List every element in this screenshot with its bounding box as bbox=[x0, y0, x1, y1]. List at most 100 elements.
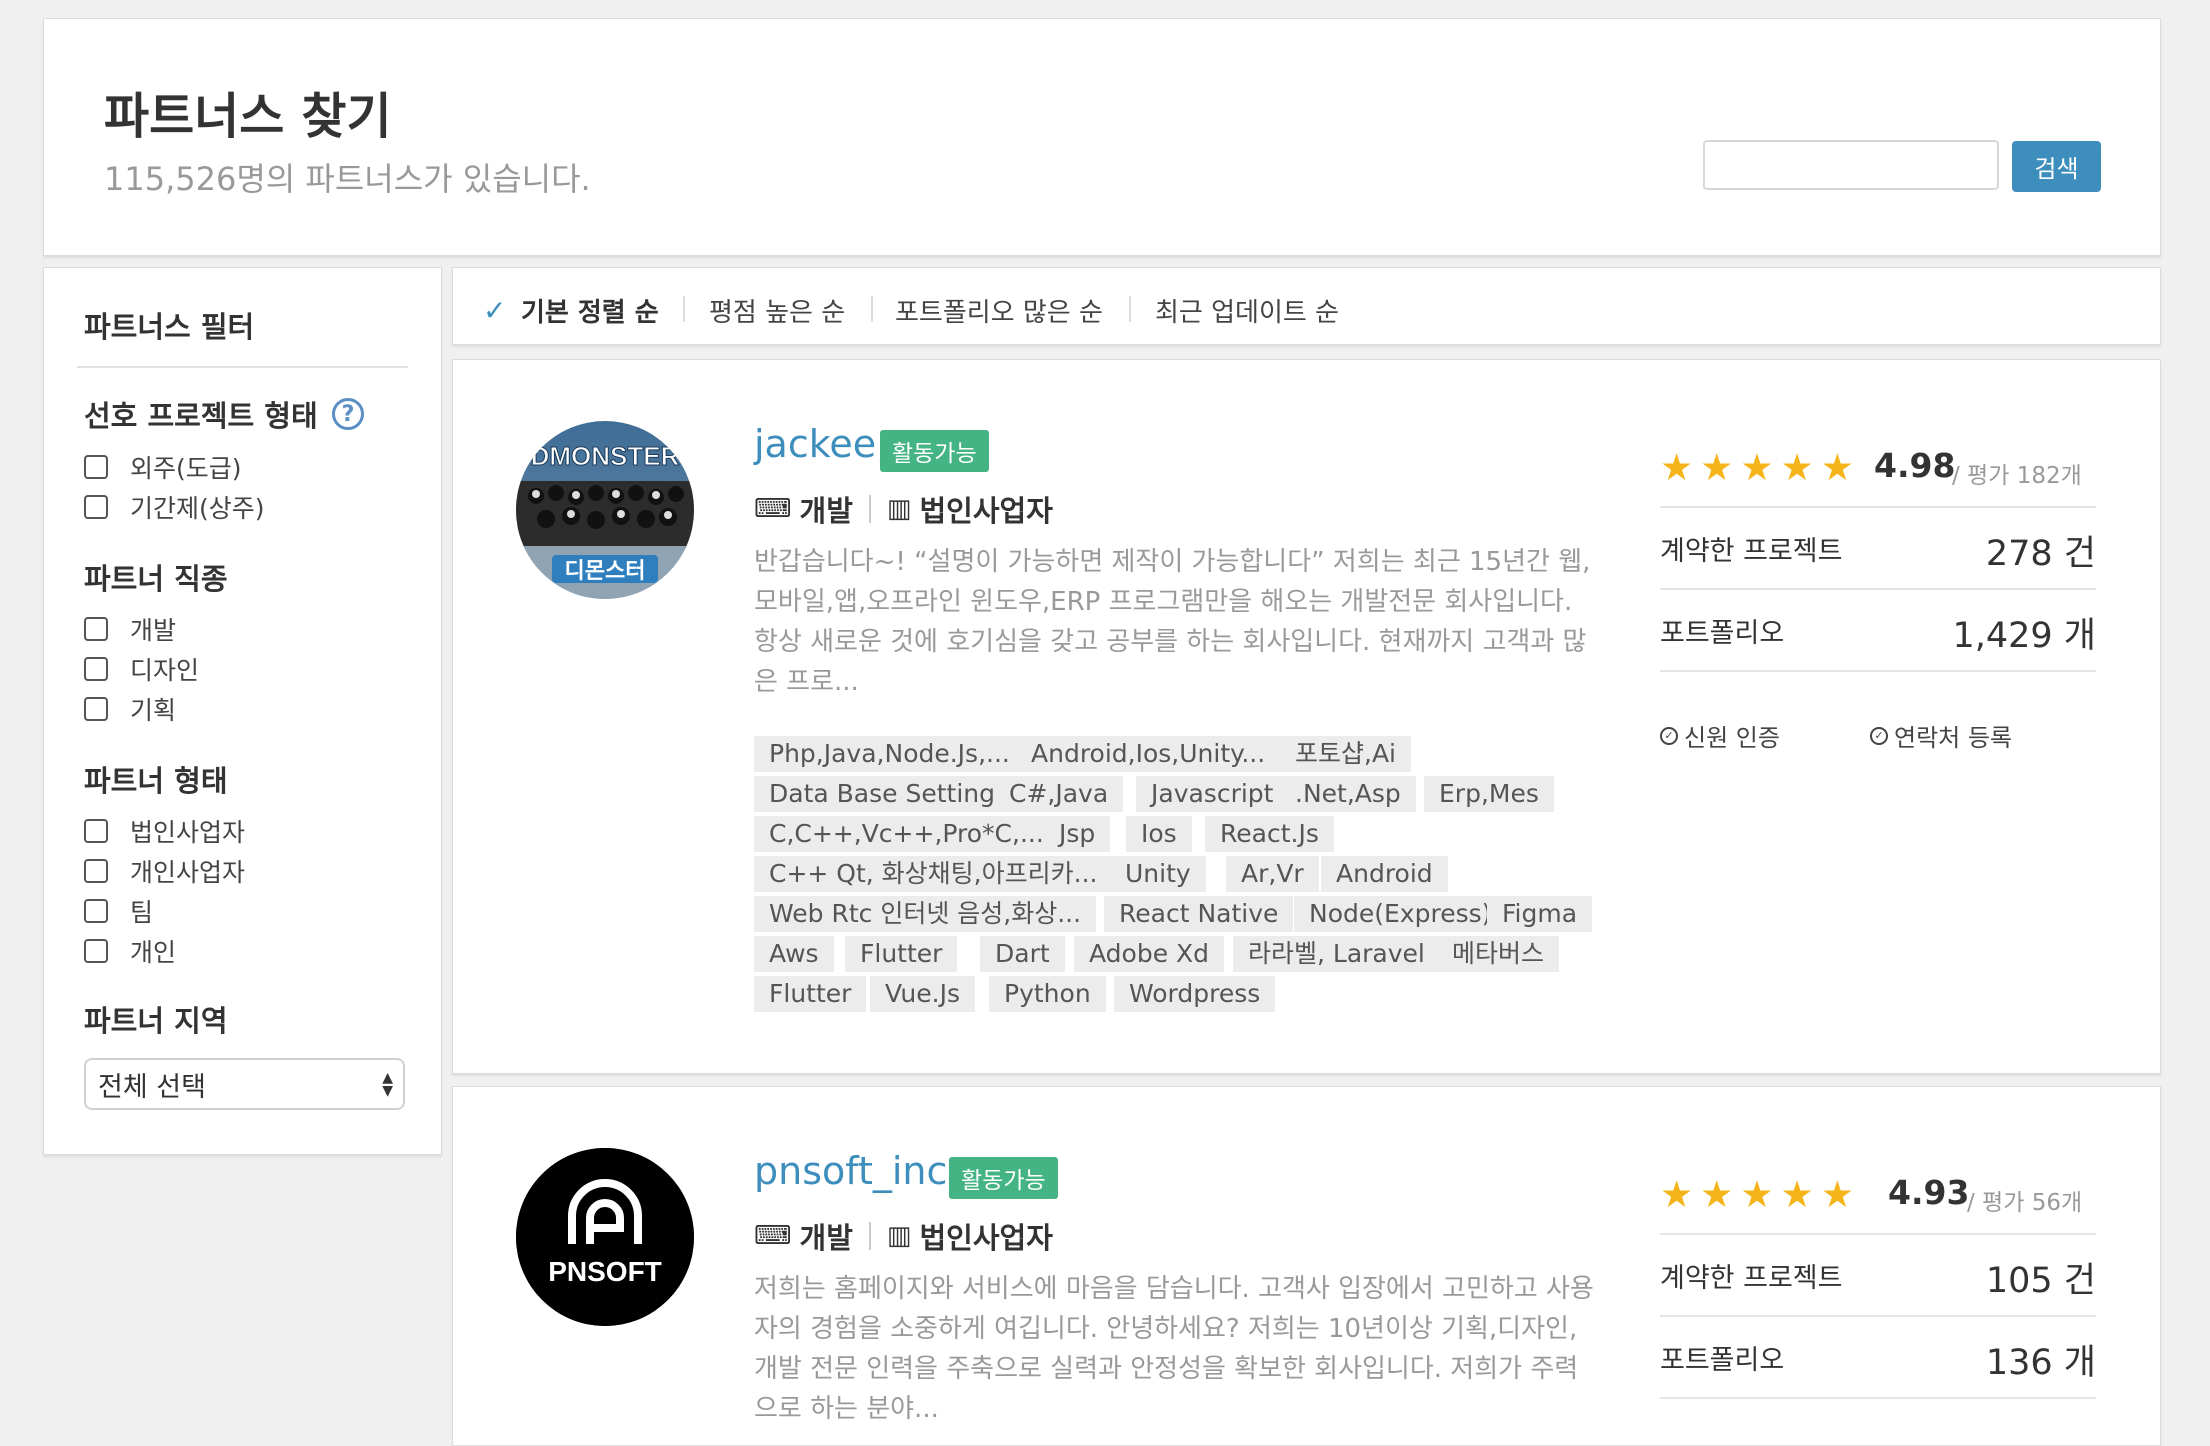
checkbox[interactable] bbox=[84, 819, 108, 843]
verify-label: 신원 인증 bbox=[1684, 724, 1780, 752]
checkbox[interactable] bbox=[84, 939, 108, 963]
checkbox[interactable] bbox=[84, 617, 108, 641]
star-icon: ★ bbox=[1820, 1173, 1854, 1216]
checkbox[interactable] bbox=[84, 455, 108, 479]
filter-option[interactable]: 외주(도급) bbox=[84, 449, 242, 485]
checkbox[interactable] bbox=[84, 657, 108, 681]
filter-option[interactable]: 팀 bbox=[84, 893, 153, 929]
skill-tag: Ar,Vr bbox=[1226, 856, 1319, 892]
skill-tag: 포토샵,Ai bbox=[1280, 736, 1411, 772]
rating-score: 4.98 bbox=[1874, 446, 1956, 485]
partner-card[interactable]: PNSOFT pnsoft_inc 활동가능 ⌨ 개발 ▥ 법인사업자 저희는 … bbox=[452, 1086, 2161, 1446]
star-icon: ★ bbox=[1700, 446, 1734, 489]
filter-sidebar: 파트너스 필터 선호 프로젝트 형태 ? 외주(도급) 기간제(상주) 파트너 … bbox=[43, 267, 442, 1155]
desc-line: 반갑습니다~! “설명이 가능하면 제작이 가능합니다” 저희는 최근 15년간… bbox=[754, 547, 1591, 577]
skill-tag: Erp,Mes bbox=[1424, 776, 1554, 812]
star-icon: ★ bbox=[1660, 446, 1694, 489]
skill-tag: C,C++,Vc++,Pro*C,... bbox=[754, 816, 1059, 852]
option-label: 외주(도급) bbox=[130, 454, 242, 483]
identity-verified: ✓ 신원 인증 bbox=[1660, 718, 1780, 753]
page-header: 파트너스 찾기 115,526명의 파트너스가 있습니다. 검색 bbox=[43, 18, 2161, 256]
skill-tag: Dart bbox=[980, 936, 1065, 972]
filter-option[interactable]: 디자인 bbox=[84, 651, 199, 687]
partner-name[interactable]: jackee bbox=[754, 422, 876, 466]
partner-card[interactable]: DMONSTER 디몬스터 jackee 활동가능 ⌨ 개발 ▥ 법인사업자 반… bbox=[452, 359, 2161, 1074]
checkbox[interactable] bbox=[84, 899, 108, 923]
partner-field: 개발 bbox=[799, 1221, 853, 1255]
sort-updated[interactable]: 최근 업데이트 순 bbox=[1155, 292, 1339, 329]
checkbox[interactable] bbox=[84, 697, 108, 721]
review-count: / 평가 182개 bbox=[1952, 463, 2082, 489]
filter-option[interactable]: 법인사업자 bbox=[84, 813, 245, 849]
desc-line: 저희는 홈페이지와 서비스에 마음을 담습니다. 고객사 입장에서 고민하고 사… bbox=[754, 1274, 1594, 1304]
skill-tag: Data Base Setting bbox=[754, 776, 1010, 812]
sort-default[interactable]: 기본 정렬 순 bbox=[521, 292, 659, 329]
portfolio-count: 1,429 개 bbox=[1952, 616, 2096, 656]
divider bbox=[871, 296, 873, 322]
avatar[interactable]: DMONSTER 디몬스터 bbox=[516, 421, 694, 599]
option-label: 개인사업자 bbox=[130, 858, 246, 887]
star-rating: ★ ★ ★ ★ ★ bbox=[1660, 1175, 1861, 1215]
divider bbox=[1660, 588, 2096, 590]
skill-tag: Figma bbox=[1487, 896, 1593, 932]
skill-tag: Ios bbox=[1126, 816, 1192, 852]
sort-portfolio[interactable]: 포트폴리오 많은 순 bbox=[895, 292, 1103, 329]
checkbox[interactable] bbox=[84, 495, 108, 519]
skill-tag: .Net,Asp bbox=[1280, 776, 1416, 812]
divider bbox=[77, 366, 408, 368]
star-icon: ★ bbox=[1740, 446, 1774, 489]
option-label: 기간제(상주) bbox=[130, 494, 265, 523]
skill-tag: Adobe Xd bbox=[1074, 936, 1225, 972]
skill-tag: C#,Java bbox=[994, 776, 1124, 812]
divider bbox=[868, 495, 871, 523]
skill-tag: React.Js bbox=[1205, 816, 1334, 852]
divider bbox=[1660, 1233, 2096, 1235]
search-input[interactable] bbox=[1703, 140, 1999, 190]
building-icon: ▥ bbox=[886, 1221, 912, 1251]
filter-option[interactable]: 기간제(상주) bbox=[84, 489, 265, 525]
check-icon: ✓ bbox=[483, 294, 507, 327]
region-select[interactable]: 전체 선택 ▲ ▼ bbox=[84, 1058, 405, 1110]
desc-line: 항상 새로운 것에 호기심을 갖고 공부를 하는 회사입니다. 현재까지 고객과… bbox=[754, 627, 1587, 657]
option-label: 법인사업자 bbox=[130, 818, 246, 847]
avatar[interactable]: PNSOFT bbox=[516, 1148, 694, 1326]
skill-tag: Android,Ios,Unity... bbox=[1016, 736, 1281, 772]
divider bbox=[1129, 296, 1131, 322]
rating-score: 4.93 bbox=[1888, 1173, 1970, 1212]
star-icon: ★ bbox=[1660, 1173, 1694, 1216]
desc-line: 자의 경험을 소중하게 여깁니다. 안녕하세요? 저희는 10년이상 기획,디자… bbox=[754, 1314, 1578, 1344]
partner-name[interactable]: pnsoft_inc bbox=[754, 1149, 947, 1193]
skill-tag: Web Rtc 인터넷 음성,화상... bbox=[754, 896, 1097, 932]
divider bbox=[1660, 1397, 2096, 1399]
filter-option[interactable]: 개인 bbox=[84, 933, 176, 969]
skill-tag: Python bbox=[989, 976, 1106, 1012]
divider bbox=[868, 1222, 871, 1250]
contact-verified: ✓ 연락처 등록 bbox=[1870, 718, 2012, 753]
avatar-logo-subtext: 디몬스터 bbox=[565, 559, 646, 584]
skill-tag: Vue.Js bbox=[870, 976, 975, 1012]
partner-field: 개발 bbox=[799, 494, 853, 528]
skill-tag: 메타버스 bbox=[1437, 936, 1560, 972]
checkbox[interactable] bbox=[84, 859, 108, 883]
question-circle-icon[interactable]: ? bbox=[332, 398, 364, 430]
filter-option[interactable]: 개인사업자 bbox=[84, 853, 245, 889]
skill-tag: C++ Qt, 화상채팅,아프리카... bbox=[754, 856, 1113, 892]
contracts-count: 278 건 bbox=[1985, 534, 2096, 574]
portfolio-count: 136 개 bbox=[1985, 1343, 2096, 1383]
filter-option[interactable]: 기획 bbox=[84, 691, 176, 727]
filter-option[interactable]: 개발 bbox=[84, 611, 176, 647]
skill-tag: React Native bbox=[1104, 896, 1294, 932]
status-badge: 활동가능 bbox=[949, 1157, 1058, 1199]
contracts-label: 계약한 프로젝트 bbox=[1660, 1263, 1843, 1294]
skill-tag: Node(Express) bbox=[1294, 896, 1507, 932]
divider bbox=[1660, 1315, 2096, 1317]
skill-tag: Aws bbox=[754, 936, 834, 972]
sort-rating[interactable]: 평점 높은 순 bbox=[709, 292, 845, 329]
keyboard-icon: ⌨ bbox=[754, 494, 792, 524]
portfolio-label: 포트폴리오 bbox=[1660, 618, 1785, 649]
search-button[interactable]: 검색 bbox=[2012, 141, 2101, 192]
verify-label: 연락처 등록 bbox=[1894, 724, 2013, 752]
partner-type: 법인사업자 bbox=[919, 1221, 1053, 1255]
project-type-heading: 선호 프로젝트 형태 bbox=[84, 399, 318, 433]
skill-tag: Flutter bbox=[845, 936, 958, 972]
